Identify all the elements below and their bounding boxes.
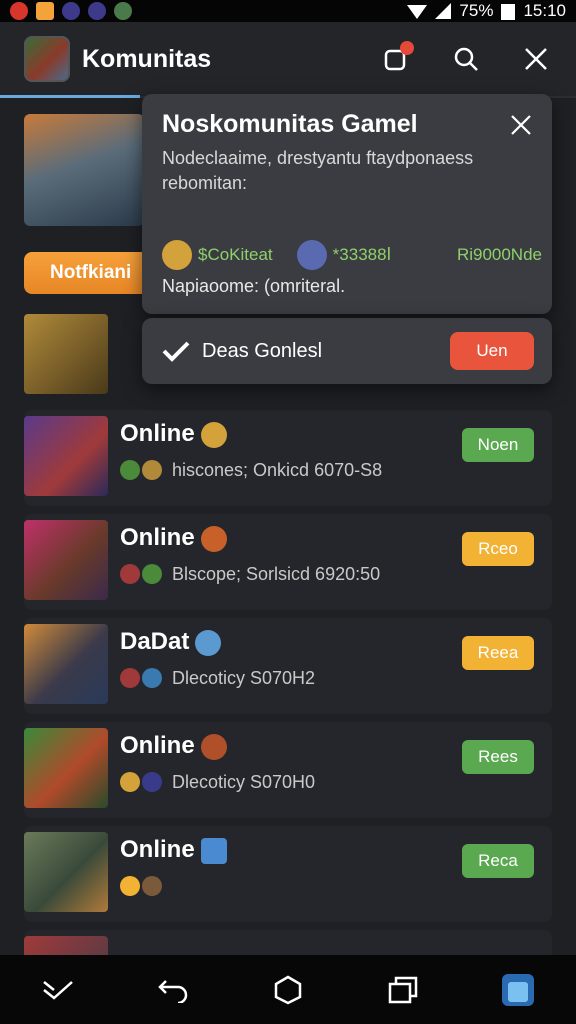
thumbs-up-icon <box>200 837 227 864</box>
status-notification-icons <box>10 2 132 20</box>
item-name: Online <box>120 732 195 759</box>
notifications-button[interactable] <box>376 39 416 79</box>
item-name: Online <box>120 524 195 551</box>
nav-back-button[interactable] <box>151 968 195 1012</box>
stat-label: $CoKiteat <box>198 245 273 264</box>
notification-app-icon <box>36 2 54 20</box>
wifi-icon <box>407 5 428 19</box>
item-name: Online <box>120 420 195 447</box>
item-action-button[interactable]: Noen <box>462 428 534 462</box>
item-subtitle: Dlecoticy S070H2 <box>172 668 316 688</box>
game-thumbnail <box>24 728 108 808</box>
stat-label: *33388ⅼ <box>332 245 392 264</box>
double-check-icon <box>42 980 73 1000</box>
featured-game-image[interactable] <box>24 114 144 226</box>
list-item[interactable]: Online hiscones; Onkicd 6070-S8 Noen <box>24 410 552 506</box>
search-icon <box>454 47 478 71</box>
item-action-button[interactable]: Rees <box>462 740 534 774</box>
avatar-icon <box>296 240 327 270</box>
notification-badge-icon <box>400 41 414 55</box>
clock: 15:10 <box>523 1 566 20</box>
popup-footer: Napiaoome: (omriteral. <box>162 276 346 296</box>
popup-description: Nodeclaaime, drestyantu ftaydponaess reb… <box>162 148 474 193</box>
popup-title: Noskomunitas Gamel <box>162 110 418 138</box>
item-subtitle: hiscones; Onkicd 6070-S8 <box>172 460 383 480</box>
globe-icon <box>195 629 222 656</box>
stat-label: Ri9000Nde <box>456 245 542 264</box>
recents-icon <box>388 976 418 1003</box>
item-action-button[interactable]: Reca <box>462 844 534 878</box>
close-icon <box>525 48 547 70</box>
app-shortcut-icon <box>502 973 535 1006</box>
confirm-bar: Deas Gonlesl Uen <box>142 318 552 384</box>
search-button[interactable] <box>446 39 486 79</box>
status-bar: 75% 15:10 <box>0 0 576 22</box>
signal-icon <box>435 3 452 19</box>
popup-stats: $CoKiteat *33388ⅼ Ri9000Nde <box>162 240 542 270</box>
badge-icon <box>200 525 227 552</box>
item-name: DaDat <box>120 628 190 655</box>
list-item[interactable]: Online Dlecoticy S070H0 Rees <box>24 722 552 818</box>
system-nav-bar <box>0 955 576 1024</box>
mini-avatar-icon <box>142 876 162 896</box>
home-icon <box>274 975 302 1004</box>
game-thumbnail <box>24 314 108 394</box>
item-action-button[interactable]: Reea <box>462 636 534 670</box>
confirm-button[interactable]: Uen <box>450 332 534 370</box>
notification-app-icon <box>114 2 132 20</box>
notifications-tab-button[interactable]: Notfkiani <box>24 252 152 294</box>
game-thumbnail <box>24 936 108 955</box>
coin-icon <box>200 421 227 448</box>
mini-avatar-icon <box>142 460 162 480</box>
game-thumbnail <box>24 624 108 704</box>
badge-icon <box>200 733 227 760</box>
close-icon <box>511 115 531 135</box>
popup-close-button[interactable] <box>508 112 534 138</box>
item-subtitle: Blscope; Sorlsicd 6920:50 <box>172 564 381 584</box>
mini-avatar-icon <box>120 772 140 792</box>
list-item[interactable] <box>24 308 144 404</box>
app-bar: Komunitas <box>0 22 576 98</box>
list-item[interactable]: DaDat Dlecoticy S070H2 Reea <box>24 618 552 714</box>
list-item[interactable]: Online Reca <box>24 826 552 922</box>
game-thumbnail <box>24 520 108 600</box>
nav-check-button[interactable] <box>36 968 80 1012</box>
list-item[interactable] <box>24 930 552 955</box>
confirm-label: Deas Gonlesl <box>202 339 323 362</box>
game-thumbnail <box>24 416 108 496</box>
mini-avatar-icon <box>120 460 140 480</box>
coin-icon <box>162 240 192 270</box>
nav-home-button[interactable] <box>266 968 310 1012</box>
community-info-popup: Noskomunitas Gamel Nodeclaaime, drestyan… <box>142 94 552 314</box>
community-logo[interactable] <box>24 36 70 82</box>
nav-app-button[interactable] <box>496 968 540 1012</box>
mini-avatar-icon <box>120 668 140 688</box>
close-button[interactable] <box>516 39 556 79</box>
list-item[interactable]: Online Blscope; Sorlsicd 6920:50 Rceo <box>24 514 552 610</box>
notification-app-icon <box>10 2 28 20</box>
mini-avatar-icon <box>142 772 162 792</box>
tab-indicator <box>0 95 140 98</box>
mini-avatar-icon <box>142 668 162 688</box>
notification-app-icon <box>62 2 80 20</box>
game-thumbnail <box>24 832 108 912</box>
item-action-button[interactable]: Rceo <box>462 532 534 566</box>
mini-avatar-icon <box>142 564 162 584</box>
battery-icon <box>501 4 516 20</box>
check-icon <box>162 341 190 362</box>
mini-avatar-icon <box>120 564 140 584</box>
star-icon <box>120 876 140 896</box>
item-subtitle: Dlecoticy S070H0 <box>172 772 316 792</box>
nav-recents-button[interactable] <box>381 968 425 1012</box>
notification-app-icon <box>88 2 106 20</box>
page-title: Komunitas <box>82 44 212 73</box>
item-name: Online <box>120 836 195 863</box>
battery-percent: 75% <box>459 1 494 20</box>
back-icon <box>158 979 187 1003</box>
